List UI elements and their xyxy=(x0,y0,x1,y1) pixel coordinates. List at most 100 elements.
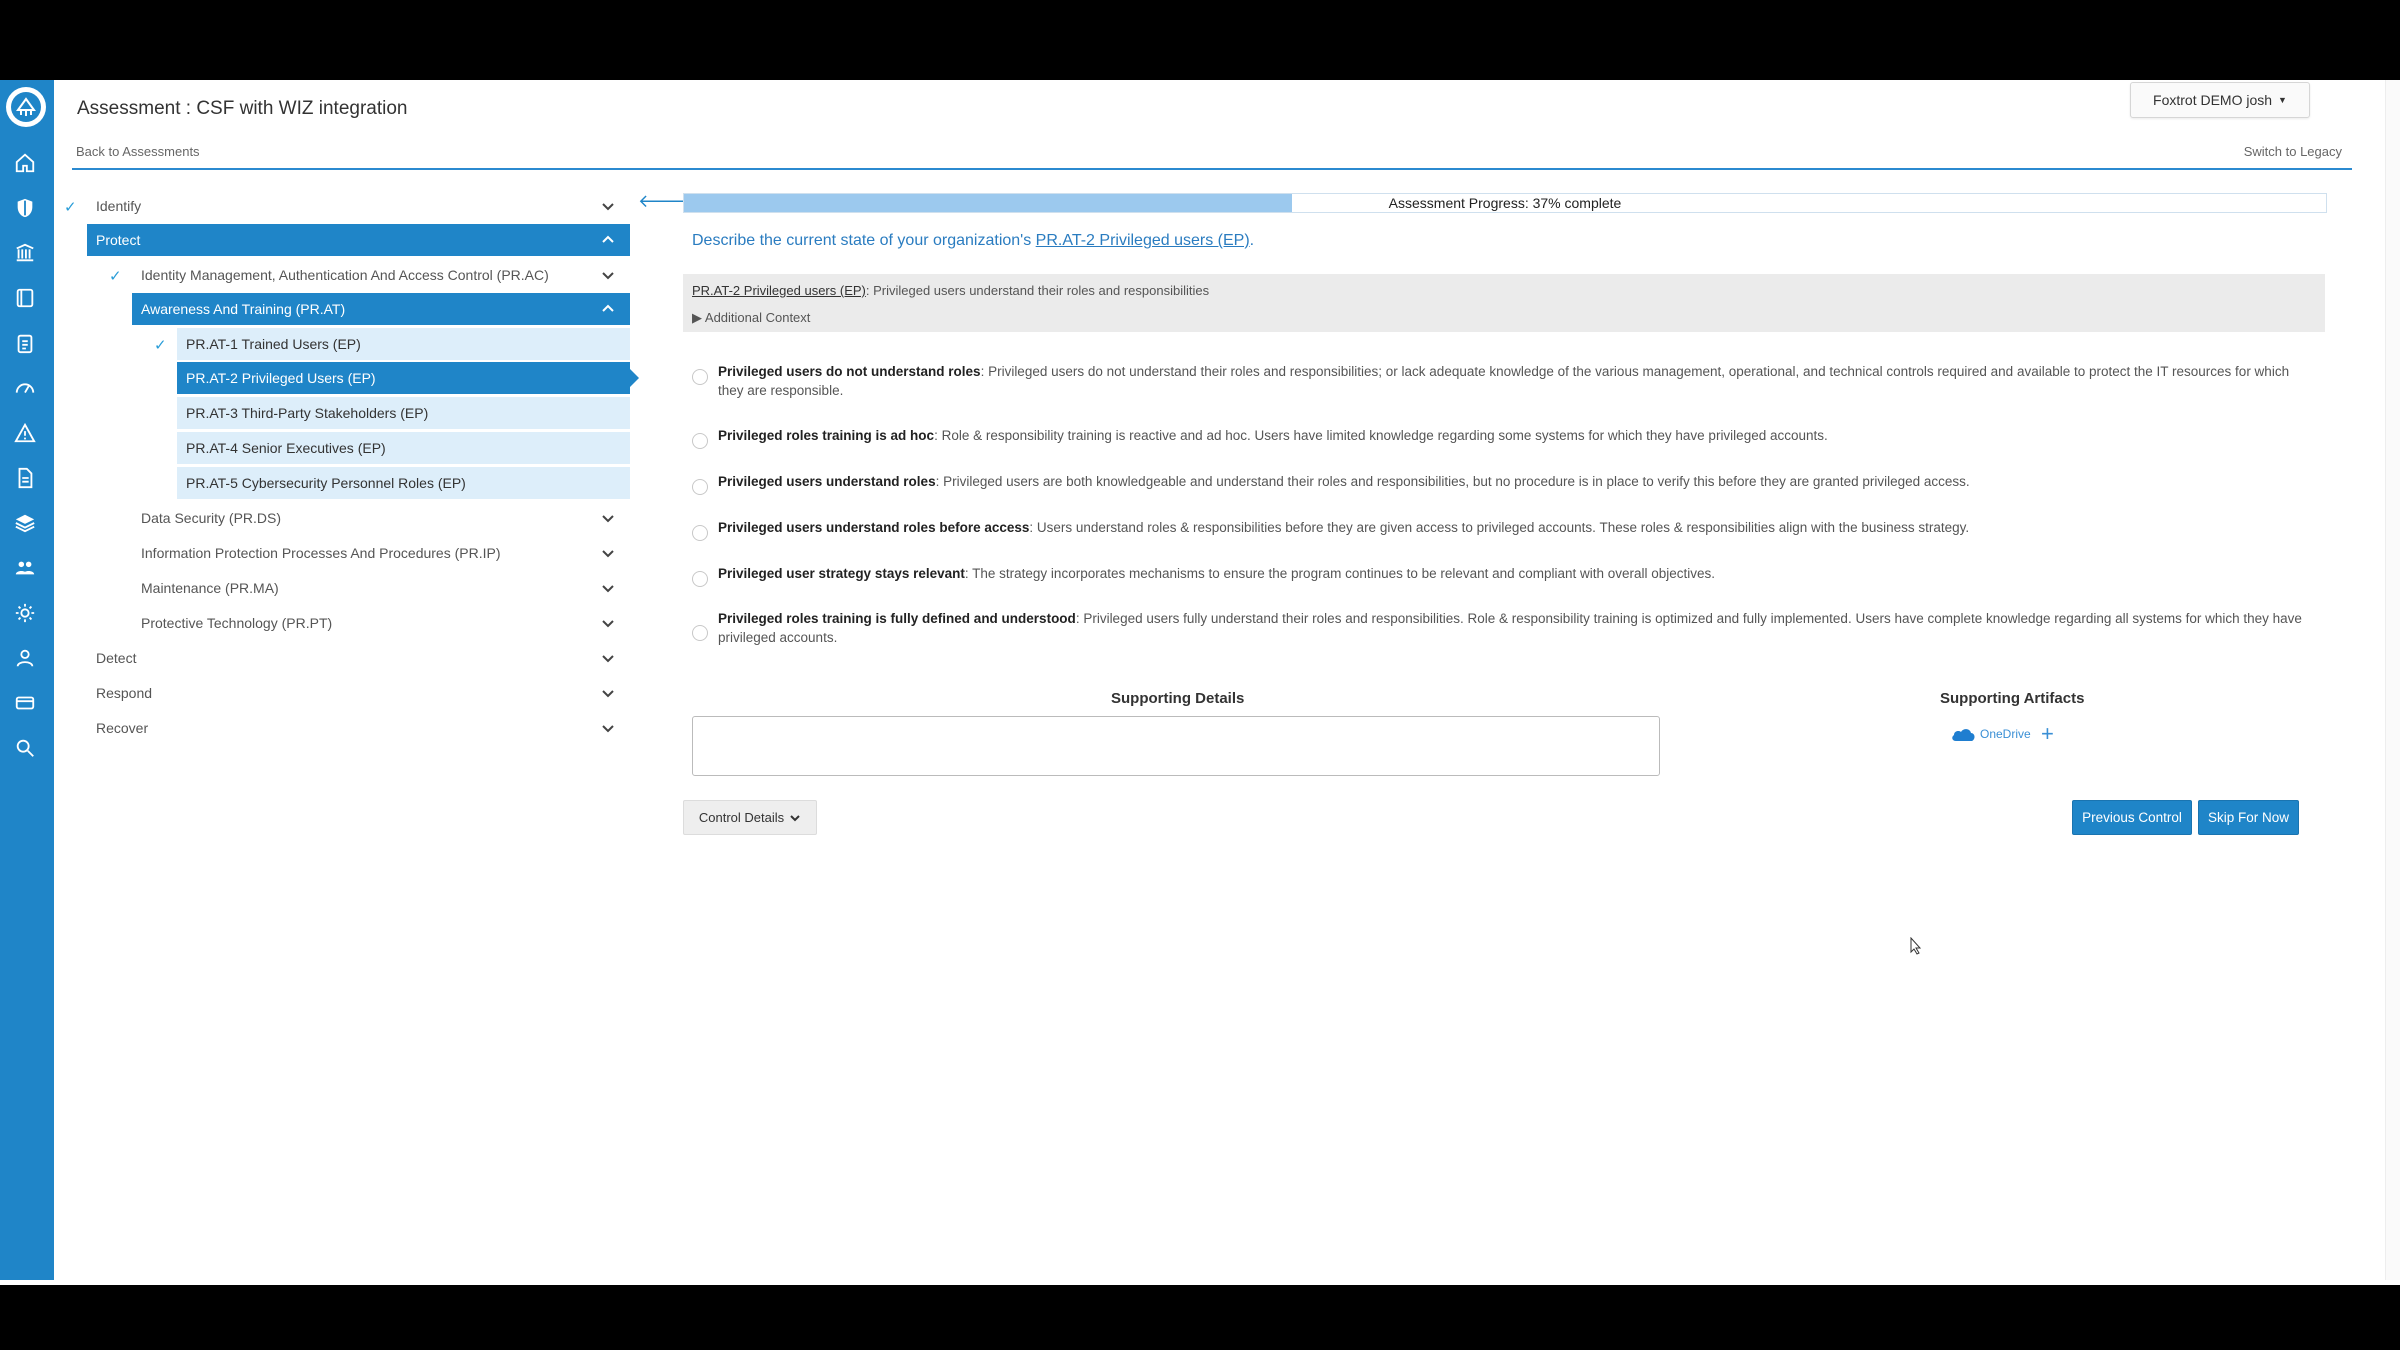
radio-button[interactable] xyxy=(692,369,708,385)
additional-context-toggle[interactable]: ▶ Additional Context xyxy=(692,310,810,326)
supporting-details-input[interactable] xyxy=(692,716,1660,776)
app-window: Assessment : CSF with WIZ integration Fo… xyxy=(0,80,2400,1285)
chevron-down-icon xyxy=(600,580,616,596)
selected-pointer xyxy=(630,369,639,387)
chevron-down-icon xyxy=(600,267,616,283)
option-description: : The strategy incorporates mechanisms t… xyxy=(964,566,1716,581)
description-label: PR.AT-2 Privileged users (EP) xyxy=(692,283,866,298)
description-line: PR.AT-2 Privileged users (EP): Privilege… xyxy=(692,283,1209,298)
home-icon[interactable] xyxy=(12,150,38,176)
chevron-up-icon xyxy=(600,232,616,248)
document-icon[interactable] xyxy=(12,465,38,491)
control-details-button[interactable]: Control Details xyxy=(683,800,817,835)
icon-rail xyxy=(0,80,54,1280)
tree-item-pr-ds[interactable]: Data Security (PR.DS) xyxy=(132,502,630,534)
chevron-down-icon xyxy=(600,615,616,631)
radio-button[interactable] xyxy=(692,625,708,641)
radio-button[interactable] xyxy=(692,479,708,495)
tree-item-detect[interactable]: Detect xyxy=(87,642,630,674)
chevron-up-icon xyxy=(600,301,616,317)
layers-icon[interactable] xyxy=(12,510,38,536)
radio-button[interactable] xyxy=(692,525,708,541)
tree-item-protect[interactable]: Protect xyxy=(87,224,630,256)
chevron-down-icon xyxy=(600,650,616,666)
control-question: Describe the current state of your organ… xyxy=(692,232,1254,250)
app-logo-icon[interactable] xyxy=(6,87,46,127)
option-text: Privileged user strategy stays relevant:… xyxy=(718,564,2318,583)
users-icon[interactable] xyxy=(12,555,38,581)
user-menu-label: Foxtrot DEMO josh xyxy=(2153,92,2273,108)
option-title: Privileged users do not understand roles xyxy=(718,364,981,379)
tree-item-recover[interactable]: Recover xyxy=(87,712,630,744)
switch-to-legacy-link[interactable]: Switch to Legacy xyxy=(2220,144,2342,159)
tree-item-label: Maintenance (PR.MA) xyxy=(141,580,279,596)
skip-for-now-button[interactable]: Skip For Now xyxy=(2198,800,2299,835)
tree-item-pr-at-2[interactable]: PR.AT-2 Privileged Users (EP) xyxy=(177,362,630,394)
option-text: Privileged users understand roles before… xyxy=(718,518,2318,537)
tree-item-pr-at-4[interactable]: PR.AT-4 Senior Executives (EP) xyxy=(177,432,630,464)
tree-item-pr-at[interactable]: Awareness And Training (PR.AT) xyxy=(132,293,630,325)
tree-item-label: Data Security (PR.DS) xyxy=(141,510,282,526)
tree-item-label: Protective Technology (PR.PT) xyxy=(141,615,333,631)
tree-item-pr-ac[interactable]: Identity Management, Authentication And … xyxy=(132,259,630,291)
tree-item-identify[interactable]: Identify xyxy=(87,190,630,222)
previous-control-button[interactable]: Previous Control xyxy=(2072,800,2192,835)
dashboard-icon[interactable] xyxy=(12,375,38,401)
shield-icon[interactable] xyxy=(12,195,38,221)
tree-item-pr-at-1[interactable]: PR.AT-1 Trained Users (EP) xyxy=(177,328,630,360)
option-title: Privileged users understand roles before… xyxy=(718,520,1030,535)
supporting-artifacts-title: Supporting Artifacts xyxy=(1940,690,2085,707)
tree-item-label: PR.AT-1 Trained Users (EP) xyxy=(186,336,361,352)
control-link[interactable]: PR.AT-2 Privileged users (EP) xyxy=(1036,232,1250,249)
tree-item-pr-ip[interactable]: Information Protection Processes And Pro… xyxy=(132,537,630,569)
header-divider xyxy=(72,168,2352,170)
tree-item-pr-pt[interactable]: Protective Technology (PR.PT) xyxy=(132,607,630,639)
tree-item-pr-ma[interactable]: Maintenance (PR.MA) xyxy=(132,572,630,604)
description-text: : Privileged users understand their role… xyxy=(865,283,1210,298)
tree-item-pr-at-3[interactable]: PR.AT-3 Third-Party Stakeholders (EP) xyxy=(177,397,630,429)
radio-button[interactable] xyxy=(692,433,708,449)
chevron-down-icon xyxy=(600,720,616,736)
tree-item-respond[interactable]: Respond xyxy=(87,677,630,709)
tree-item-label: PR.AT-2 Privileged Users (EP) xyxy=(186,370,376,386)
tree-item-label: PR.AT-5 Cybersecurity Personnel Roles (E… xyxy=(186,475,466,491)
tree-item-pr-at-5[interactable]: PR.AT-5 Cybersecurity Personnel Roles (E… xyxy=(177,467,630,499)
onedrive-button[interactable]: OneDrive xyxy=(1950,726,2031,742)
add-artifact-plus-icon[interactable]: + xyxy=(2041,721,2054,747)
page-scrollbar[interactable] xyxy=(2385,80,2400,1280)
chevron-down-icon xyxy=(600,545,616,561)
option-title: Privileged users understand roles xyxy=(718,474,936,489)
tree-item-label: Respond xyxy=(96,685,153,701)
tree-item-label: Identify xyxy=(96,198,142,214)
library-icon[interactable] xyxy=(12,240,38,266)
collapse-sidebar-arrow-icon[interactable]: 🡐 xyxy=(638,191,686,212)
tree-item-label: PR.AT-3 Third-Party Stakeholders (EP) xyxy=(186,405,429,421)
user-menu-button[interactable]: Foxtrot DEMO josh ▼ xyxy=(2130,82,2310,118)
question-suffix: . xyxy=(1249,232,1255,249)
clipboard-icon[interactable] xyxy=(12,330,38,356)
chevron-down-icon xyxy=(600,510,616,526)
option-text: Privileged users do not understand roles… xyxy=(718,362,2318,400)
tree-item-label: Information Protection Processes And Pro… xyxy=(141,545,501,561)
tree-item-label: Recover xyxy=(96,720,149,736)
warning-icon[interactable] xyxy=(12,420,38,446)
gear-icon[interactable] xyxy=(12,600,38,626)
book-icon[interactable] xyxy=(12,285,38,311)
radio-button[interactable] xyxy=(692,571,708,587)
onedrive-label: OneDrive xyxy=(1980,727,2031,741)
chevron-down-icon xyxy=(790,814,800,821)
tree-item-label: Identity Management, Authentication And … xyxy=(141,267,549,283)
tree-item-label: Detect xyxy=(96,650,137,666)
control-description: PR.AT-2 Privileged users (EP): Privilege… xyxy=(683,274,2325,332)
control-details-label: Control Details xyxy=(698,810,785,825)
search-icon[interactable] xyxy=(12,735,38,761)
user-icon[interactable] xyxy=(12,645,38,671)
chevron-down-icon xyxy=(600,198,616,214)
card-icon[interactable] xyxy=(12,690,38,716)
tree-item-label: Protect xyxy=(96,232,141,248)
check-icon: ✓ xyxy=(154,337,167,354)
back-to-assessments-link[interactable]: Back to Assessments xyxy=(76,144,200,159)
tree-item-label: Awareness And Training (PR.AT) xyxy=(141,301,346,317)
mouse-cursor-icon xyxy=(1910,937,1922,955)
tree-item-label: PR.AT-4 Senior Executives (EP) xyxy=(186,440,386,456)
